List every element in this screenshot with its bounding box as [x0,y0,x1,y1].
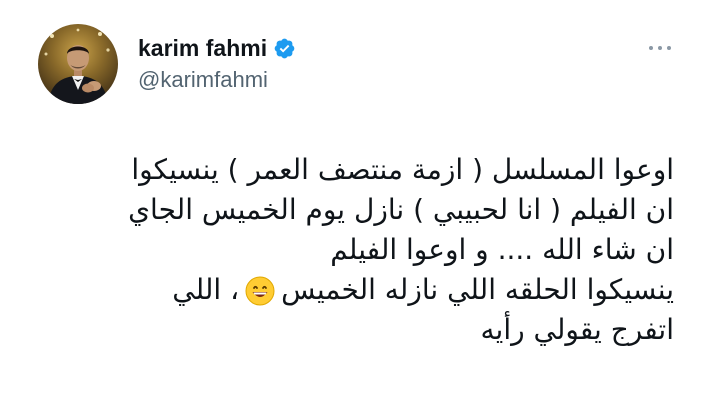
tweet-text: اوعوا المسلسل ( ازمة منتصف العمر ) ينسيك… [24,150,674,350]
more-horizontal-icon-dot [667,46,671,50]
avatar-image [38,24,118,104]
tweet-text-line-4-part-1: ينسيكوا الحلقه اللي نازله الخميس [281,273,674,306]
tweet-text-line-2: ان الفيلم ( انا لحبيبي ) نازل يوم الخميس… [128,193,674,226]
tweet-text-line-4-part-2: ، اللي [172,273,240,306]
more-horizontal-icon-dot [658,46,662,50]
author-display-name[interactable]: karim fahmi [138,34,267,62]
author-handle[interactable]: @karimfahmi [138,66,296,94]
more-options-button[interactable] [642,36,678,60]
tweet-text-line-4: ينسيكوا الحلقه اللي نازله الخميس ، اللي [24,270,674,310]
tweet-text-line-1: اوعوا المسلسل ( ازمة منتصف العمر ) ينسيك… [131,153,674,186]
tweet-header: karim fahmi @karimfahmi [38,24,296,104]
author-identity: karim fahmi @karimfahmi [138,34,296,94]
verified-badge-icon [273,37,296,60]
grinning-face-emoji-icon [245,276,275,306]
tweet-text-line-5: اتفرج يقولي رأيه [480,313,674,346]
avatar[interactable] [38,24,118,104]
more-horizontal-icon [649,46,653,50]
tweet-card: karim fahmi @karimfahmi اوعوا المسلسل ( … [0,0,710,420]
name-row: karim fahmi [138,34,296,62]
tweet-text-line-3: ان شاء الله .... و اوعوا الفيلم [330,233,674,266]
